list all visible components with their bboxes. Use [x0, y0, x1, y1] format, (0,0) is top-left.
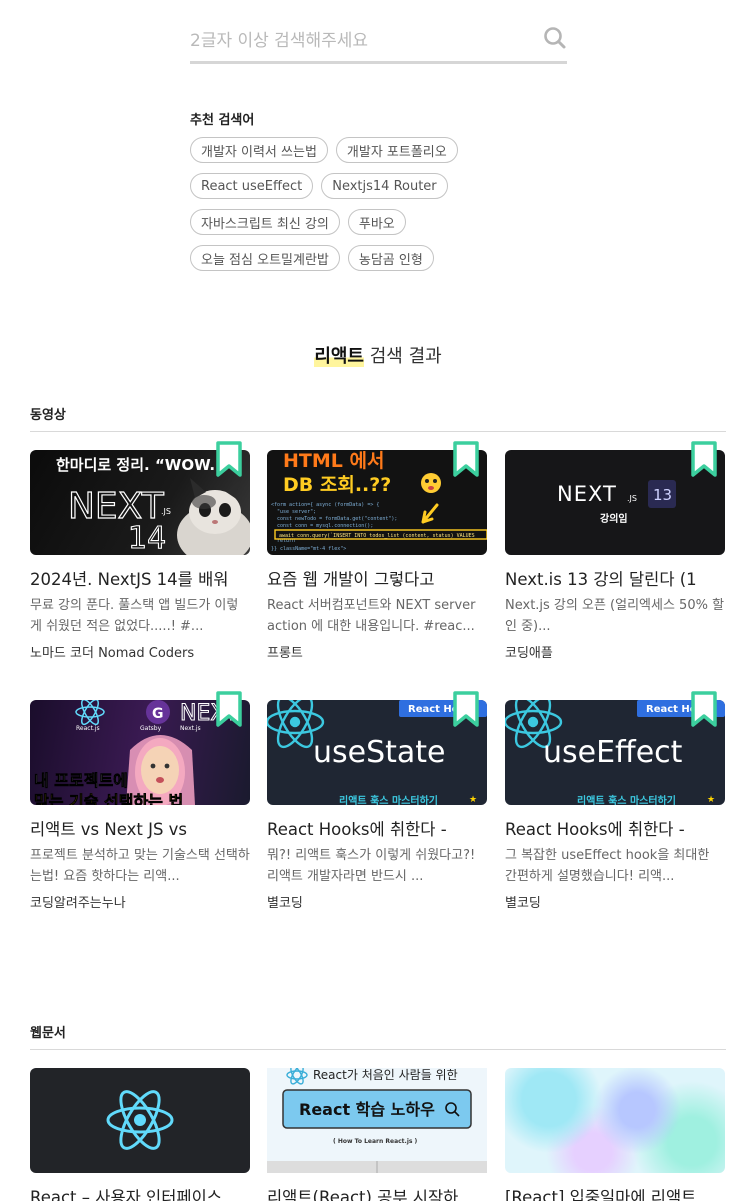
thumb-main-text: 맞는 기술 선택하는 법: [34, 792, 183, 805]
recommended-tag[interactable]: React useEffect: [190, 173, 314, 199]
react-logo: [75, 700, 105, 726]
svg-text:"use server";: "use server";: [277, 509, 316, 515]
thumb-sub-text: ( How To Learn React.js ): [333, 1138, 418, 1145]
recommended-tag[interactable]: 개발자 포트폴리오: [335, 137, 458, 163]
recommended-tag[interactable]: 농담곰 인형: [347, 245, 434, 271]
video-title[interactable]: 리액트 vs Next JS vs: [30, 818, 250, 842]
thumb-num-text: 13: [653, 486, 672, 504]
video-title[interactable]: 요즘 웹 개발이 그렇다고: [267, 568, 487, 592]
video-card[interactable]: NEXT .JS 13 강의임 Next.is 13 강의 달린다 (1 Nex…: [505, 441, 725, 661]
thumb-top-text: 한마디로 정리. “WOW.”: [56, 456, 225, 474]
video-title[interactable]: React Hooks에 취한다 -: [505, 818, 725, 842]
video-section-title: 동영상: [30, 408, 66, 423]
video-description: React 서버컴포넌트와 NEXT server action 에 대한 내용…: [267, 598, 476, 634]
bookmark-icon[interactable]: [691, 441, 717, 477]
video-channel[interactable]: 별코딩: [267, 892, 487, 911]
bookmark-icon[interactable]: [216, 691, 242, 727]
thumb-sub-text: .JS: [627, 494, 637, 503]
svg-text:★: ★: [469, 795, 477, 805]
recommended-tags: 개발자 이력서 쓰는법 개발자 포트폴리오 React useEffect Ne…: [190, 137, 520, 281]
svg-text:await conn.query(`INSERT INTO: await conn.query(`INSERT INTO todos_list…: [279, 533, 475, 539]
doc-thumbnail: React가 처음인 사람들 위한 React 학습 노하우 ( How To …: [267, 1068, 487, 1173]
doc-thumbnail: [30, 1068, 250, 1173]
video-channel[interactable]: 코딩알려주는누나: [30, 892, 250, 911]
video-card[interactable]: HTML 에서 DB 조회..?? <form action={ async (…: [267, 441, 487, 661]
search-input[interactable]: [190, 26, 530, 56]
recommended-tag[interactable]: 푸바오: [347, 209, 406, 235]
video-channel[interactable]: 노마드 코더 Nomad Coders: [30, 642, 250, 661]
thumb-main-text: React 학습 노하우: [299, 1100, 435, 1119]
react-logo: [286, 1068, 308, 1085]
video-description: 그 복잡한 useEffect hook을 최대한 간편하게 설명했습니다! 리…: [505, 848, 710, 884]
doc-title[interactable]: React – 사용자 인터페이스: [30, 1186, 250, 1201]
svg-text:const conn = mysql.connection(: const conn = mysql.connection();: [277, 523, 373, 529]
thumb-label: Next.js: [180, 725, 201, 732]
thumb-main-text: NEXT: [557, 482, 617, 506]
results-keyword: 리액트: [314, 346, 364, 367]
thumb-top-text: React가 처음인 사람들 위한: [313, 1068, 458, 1082]
thumb-top-text: 내 프로젝트에: [34, 771, 128, 790]
search-bar: [190, 22, 567, 64]
cat-illustration: [177, 478, 250, 555]
video-card[interactable]: React Hooks useEffect 리액트 훅스 마스터하기 ★ Rea…: [505, 691, 725, 911]
thumb-main-text: useEffect: [543, 735, 683, 770]
recommended-tag[interactable]: 자바스크립트 최신 강의: [190, 209, 340, 235]
svg-text:}} className="mt-4 flex">: }} className="mt-4 flex">: [271, 546, 346, 552]
react-logo-icon: [106, 1090, 174, 1150]
doc-title[interactable]: [React] 입중일마에 리액트: [505, 1186, 725, 1201]
video-title[interactable]: React Hooks에 취한다 -: [267, 818, 487, 842]
svg-text:★: ★: [707, 795, 715, 805]
divider: [30, 1049, 726, 1050]
video-channel[interactable]: 코딩애플: [505, 642, 725, 661]
thumb-caption: 강의임: [600, 512, 628, 525]
recommended-tag[interactable]: 오늘 점심 오트밀계란밥: [190, 245, 340, 271]
thumb-caption: 리액트 훅스 마스터하기: [577, 794, 676, 805]
video-channel[interactable]: 프롱트: [267, 642, 487, 661]
thumb-label: Gatsby: [140, 725, 162, 732]
doc-title[interactable]: 리액트(React) 공부 시작하: [267, 1186, 487, 1201]
thumb-caption: 리액트 훅스 마스터하기: [339, 794, 438, 805]
recommended-tag[interactable]: 개발자 이력서 쓰는법: [190, 137, 328, 163]
video-card[interactable]: G NEXT React.js Gatsby Next.js 내 프로젝트에 맞…: [30, 691, 250, 911]
bookmark-icon[interactable]: [216, 441, 242, 477]
bookmark-icon[interactable]: [453, 691, 479, 727]
docs-section-title: 웹문서: [30, 1026, 66, 1041]
results-suffix: 검색 결과: [364, 346, 442, 367]
search-icon[interactable]: [543, 26, 567, 52]
video-description: Next.js 강의 오픈 (얼리엑세스 50% 할인 중)...: [505, 598, 725, 634]
results-heading: 리액트 검색 결과: [0, 342, 756, 368]
bookmark-icon[interactable]: [691, 691, 717, 727]
thumb-label: React.js: [76, 725, 100, 732]
thumb-main-text: DB 조회..??: [283, 474, 391, 496]
svg-text:<form action={ async (formData: <form action={ async (formData) => {: [271, 502, 379, 508]
video-channel[interactable]: 별코딩: [505, 892, 725, 911]
svg-text:G: G: [152, 706, 164, 722]
svg-text:const newTodo = formData.get(": const newTodo = formData.get("content");: [277, 516, 397, 522]
thumb-num-text: 14: [128, 521, 166, 555]
doc-thumbnail: [505, 1068, 725, 1173]
thumb-sub-text: .JS: [161, 507, 171, 516]
thumb-main-text: useState: [313, 735, 446, 770]
video-card[interactable]: 한마디로 정리. “WOW.” NEXT .JS 14 2024년. NextJ…: [30, 441, 250, 661]
doc-card[interactable]: [React] 입중일마에 리액트: [505, 1068, 725, 1201]
doc-card[interactable]: React가 처음인 사람들 위한 React 학습 노하우 ( How To …: [267, 1068, 487, 1201]
bookmark-icon[interactable]: [453, 441, 479, 477]
video-description: 무료 강의 푼다. 풀스택 앱 빌드가 이렇게 쉬웠던 적은 없었다.....!…: [30, 598, 239, 634]
recommended-tag[interactable]: Nextjs14 Router: [321, 173, 448, 199]
divider: [30, 431, 726, 432]
video-description: 프로젝트 분석하고 맞는 기술스택 선택하는법! 요즘 핫하다는 리액...: [30, 848, 250, 884]
video-card[interactable]: React Hooks useState 리액트 훅스 마스터하기 ★ Reac…: [267, 691, 487, 911]
video-title[interactable]: Next.is 13 강의 달린다 (1: [505, 568, 725, 592]
video-description: 뭐?! 리액트 훅스가 이렇게 쉬웠다고?! 리액트 개발자라면 반드시 ...: [267, 848, 476, 884]
thumbnail-art: React가 처음인 사람들 위한 React 학습 노하우 ( How To …: [267, 1068, 487, 1173]
doc-card[interactable]: React – 사용자 인터페이스: [30, 1068, 250, 1201]
video-title[interactable]: 2024년. NextJS 14를 배워: [30, 568, 250, 592]
thumb-top-text: HTML 에서: [283, 450, 384, 472]
recommended-title: 추천 검색어: [190, 113, 255, 128]
